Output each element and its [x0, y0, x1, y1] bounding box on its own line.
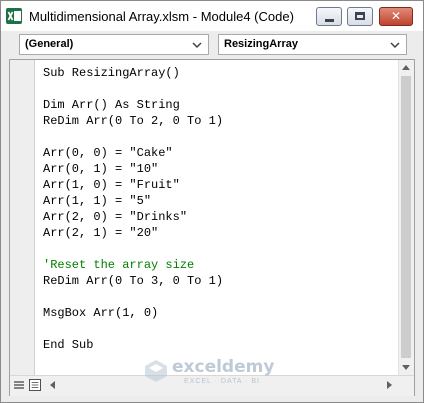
- code-line[interactable]: End Sub: [43, 338, 93, 353]
- code-line[interactable]: Arr(2, 1) = "20": [43, 226, 158, 241]
- code-line[interactable]: Arr(2, 0) = "Drinks": [43, 210, 187, 225]
- close-button[interactable]: ✕: [379, 7, 413, 26]
- code-line[interactable]: Arr(0, 1) = "10": [43, 162, 158, 177]
- maximize-icon: [355, 12, 365, 20]
- exceldemy-watermark: exceldemy EXCEL · DATA · BI: [144, 357, 294, 389]
- scroll-up-icon[interactable]: [402, 65, 410, 70]
- scroll-down-icon[interactable]: [402, 365, 410, 370]
- code-line[interactable]: Dim Arr() As String: [43, 98, 180, 113]
- code-editor[interactable]: Sub ResizingArray() Dim Arr() As String …: [35, 60, 400, 375]
- code-line[interactable]: MsgBox Arr(1, 0): [43, 306, 158, 321]
- procedure-view-icon[interactable]: [13, 379, 25, 391]
- object-dropdown-value: (General): [25, 38, 74, 50]
- chevron-down-icon: [192, 42, 202, 49]
- object-dropdown[interactable]: (General): [19, 34, 209, 55]
- chevron-down-icon: [390, 42, 400, 49]
- exceldemy-logo-icon: [145, 360, 167, 382]
- watermark-name: exceldemy: [172, 357, 275, 377]
- code-line[interactable]: Arr(0, 0) = "Cake": [43, 146, 173, 161]
- code-line[interactable]: Sub ResizingArray(): [43, 66, 180, 81]
- minimize-icon: [325, 19, 334, 22]
- maximize-button[interactable]: [347, 7, 373, 26]
- vertical-scrollbar[interactable]: [398, 60, 414, 375]
- procedure-dropdown[interactable]: ResizingArray: [218, 34, 407, 55]
- excel-app-icon: [6, 8, 22, 24]
- minimize-button[interactable]: [316, 7, 342, 26]
- code-editor-frame: Sub ResizingArray() Dim Arr() As String …: [9, 59, 415, 396]
- title-bar[interactable]: Multidimensional Array.xlsm - Module4 (C…: [1, 1, 423, 31]
- code-line[interactable]: ReDim Arr(0 To 3, 0 To 1): [43, 274, 223, 289]
- full-module-view-icon[interactable]: [29, 379, 41, 391]
- code-line[interactable]: Arr(1, 0) = "Fruit": [43, 178, 180, 193]
- scroll-right-icon[interactable]: [387, 381, 392, 389]
- watermark-tagline: EXCEL · DATA · BI: [184, 378, 260, 385]
- indicator-margin[interactable]: [10, 60, 35, 375]
- procedure-dropdown-value: ResizingArray: [224, 38, 298, 50]
- vba-code-window: Multidimensional Array.xlsm - Module4 (C…: [0, 0, 424, 403]
- code-comment-line[interactable]: 'Reset the array size: [43, 258, 194, 273]
- window-title: Multidimensional Array.xlsm - Module4 (C…: [29, 9, 294, 24]
- code-line[interactable]: Arr(1, 1) = "5": [43, 194, 151, 209]
- scroll-thumb[interactable]: [401, 76, 411, 358]
- code-line[interactable]: ReDim Arr(0 To 2, 0 To 1): [43, 114, 223, 129]
- close-icon: ✕: [390, 9, 402, 23]
- scroll-left-icon[interactable]: [50, 381, 55, 389]
